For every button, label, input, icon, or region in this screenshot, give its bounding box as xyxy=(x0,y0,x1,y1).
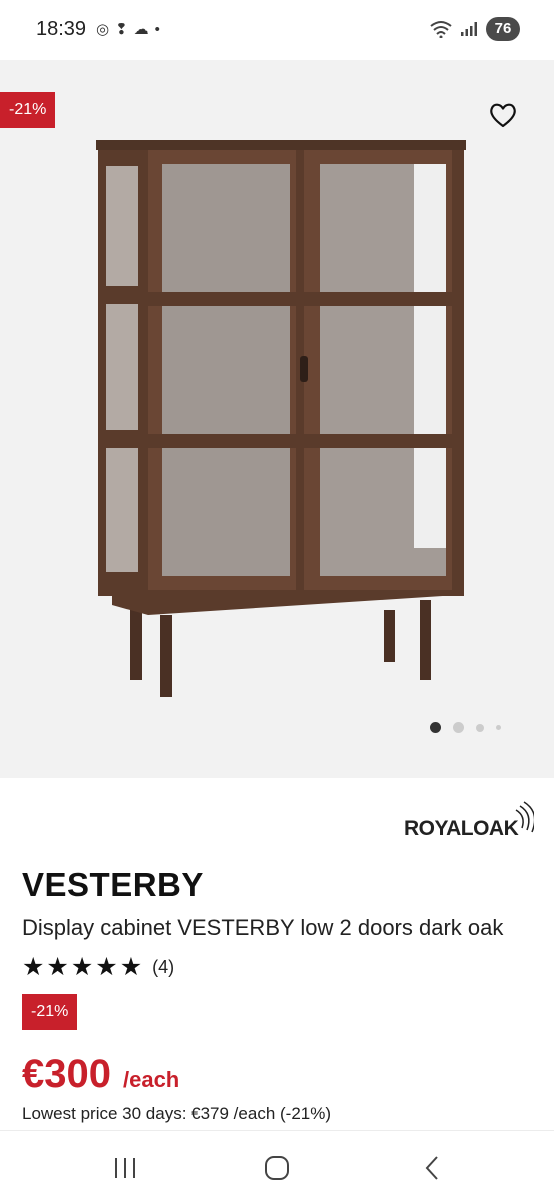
price: €300 /each xyxy=(22,1052,179,1097)
notification-icon: ❢ xyxy=(115,21,128,38)
cloud-icon: ☁ xyxy=(133,21,149,38)
chrome-icon: ◎ xyxy=(96,21,110,38)
pagination-dot[interactable] xyxy=(453,722,464,733)
pagination-dot[interactable] xyxy=(476,723,484,732)
lowest-price-note: Lowest price 30 days: €379 /each (-21%) xyxy=(22,1104,332,1123)
system-nav-bar xyxy=(0,1130,554,1200)
product-description: Display cabinet VESTERBY low 2 doors dar… xyxy=(22,915,504,940)
rating-stars: ★ ★ ★ ★ ★ xyxy=(22,954,142,980)
dot-icon: • xyxy=(154,21,160,38)
svg-text:ROYALOAK: ROYALOAK xyxy=(404,817,519,840)
discount-badge-image: -21% xyxy=(0,92,56,128)
star-icon: ★ xyxy=(119,953,143,981)
status-right: 76 xyxy=(430,17,520,41)
back-icon[interactable] xyxy=(418,1153,448,1183)
pagination-dot[interactable] xyxy=(496,725,501,730)
product-image xyxy=(96,140,466,697)
brand-logo: ROYALOAK xyxy=(404,801,534,840)
star-icon: ★ xyxy=(70,953,94,981)
home-icon[interactable] xyxy=(262,1153,292,1183)
pagination-dot-active[interactable] xyxy=(430,722,441,733)
star-icon: ★ xyxy=(22,953,45,981)
rating[interactable]: ★ ★ ★ ★ ★ (4) xyxy=(22,954,174,980)
review-count[interactable]: (4) xyxy=(152,957,174,978)
price-value: €300 xyxy=(22,1052,111,1096)
status-icons: ◎ ❢ ☁ • xyxy=(96,20,160,40)
battery-indicator: 76 xyxy=(486,17,520,41)
product-name: VESTERBY xyxy=(22,866,204,903)
gallery-pagination[interactable] xyxy=(430,722,501,733)
product-image-gallery[interactable]: -21% xyxy=(0,60,554,778)
star-icon: ★ xyxy=(95,953,118,981)
price-unit: /each xyxy=(122,1067,180,1092)
star-icon: ★ xyxy=(46,953,69,981)
recent-apps-icon[interactable] xyxy=(110,1153,140,1183)
heart-icon[interactable] xyxy=(488,100,518,130)
status-time: 18:39 xyxy=(36,18,87,40)
discount-badge: -21% xyxy=(22,994,78,1030)
wifi-icon xyxy=(430,21,452,38)
signal-icon xyxy=(461,22,477,36)
status-bar: 18:39 ◎ ❢ ☁ • 76 xyxy=(0,0,554,60)
